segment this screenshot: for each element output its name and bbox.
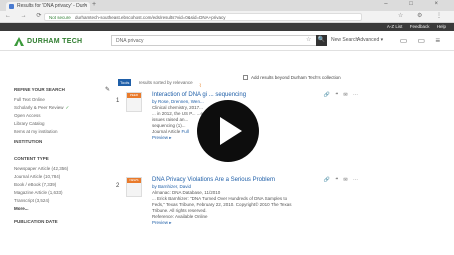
favicon-icon xyxy=(9,4,14,9)
logo-text: DURHAM TECH xyxy=(27,38,83,45)
result-title[interactable]: Interaction of DNA gi ... sequencing xyxy=(152,92,352,99)
result-action-icons[interactable]: 🔗 ❝ ✉ ⋯ xyxy=(324,92,360,98)
publication-date-heading[interactable]: PUBLICATION DATE xyxy=(14,219,110,224)
security-indicator[interactable]: Not secure xyxy=(49,15,71,20)
search-input[interactable]: DNA privacy xyxy=(111,35,321,46)
tools-button[interactable]: Tools xyxy=(118,79,132,87)
result-action-icons[interactable]: 🔗 ❝ ✉ ⋯ xyxy=(324,177,360,183)
result-number: 2 xyxy=(116,183,120,189)
sort-text[interactable]: results sorted by relevance xyxy=(139,80,193,85)
preview-link[interactable]: Preview ▸ xyxy=(152,220,352,226)
filter-newspaper[interactable]: Newspaper Article (42,356) xyxy=(14,165,110,173)
check-icon: ✓ xyxy=(65,105,70,110)
utility-bar: A-Z List Feedback Help xyxy=(0,23,454,31)
filter-library-catalog[interactable]: Library Catalog xyxy=(14,120,110,128)
full-text-link[interactable]: Full xyxy=(182,129,189,134)
filter-open-access[interactable]: Open Access xyxy=(14,112,110,120)
advanced-search-link[interactable]: Advanced ▾ xyxy=(357,37,383,43)
document-icon[interactable]: PEER xyxy=(126,92,142,112)
feedback-link[interactable]: Feedback xyxy=(410,24,430,29)
rss-icon[interactable]: ⌇ xyxy=(199,83,201,89)
play-button[interactable] xyxy=(197,100,259,162)
play-icon xyxy=(220,117,242,145)
browser-toolbar: ← → ⟳ ⌂ Not secure durhamtech-southeast.… xyxy=(0,11,454,23)
new-tab-icon[interactable]: + xyxy=(92,1,96,8)
result-title[interactable]: DNA Privacy Violations Are a Serious Pro… xyxy=(152,177,352,184)
new-search-link[interactable]: New Search xyxy=(331,37,358,43)
filter-book[interactable]: Book / eBook (7,339) xyxy=(14,181,110,189)
star-icon[interactable]: ☆ xyxy=(306,36,311,43)
url-text: durhamtech-southeast.ebscohost.com/eds/r… xyxy=(75,15,226,20)
close-icon[interactable]: × xyxy=(84,2,87,11)
help-link[interactable]: Help xyxy=(437,24,446,29)
tab-title: Results for 'DNA privacy' - Durh xyxy=(17,3,87,9)
filter-full-text[interactable]: Full Text Online xyxy=(14,96,110,104)
search-button[interactable]: 🔍 xyxy=(316,35,327,46)
expand-results-option[interactable]: Add results beyond Durham Tech's collect… xyxy=(243,75,341,81)
browser-tab-bar: Results for 'DNA privacy' - Durh × + ‒ □… xyxy=(0,0,454,11)
result-flag: PEER xyxy=(127,93,141,98)
address-bar[interactable]: Not secure durhamtech-southeast.ebscohos… xyxy=(44,13,362,21)
logo-mark-icon xyxy=(14,37,24,46)
refine-heading: REFINE YOUR SEARCH xyxy=(14,87,65,92)
filter-journal[interactable]: Journal Article (10,784) xyxy=(14,173,110,181)
header-icons[interactable]: ▭ ▭ ≡ xyxy=(400,36,444,45)
result-flag: NEWS xyxy=(127,178,141,183)
result-number: 1 xyxy=(116,98,120,104)
filter-my-institution[interactable]: Items at my institution xyxy=(14,128,110,136)
window-controls[interactable]: ‒ □ × xyxy=(384,1,448,7)
site-header: DURHAM TECH DNA privacy ☆ 🔍 New Search A… xyxy=(0,31,454,51)
logo[interactable]: DURHAM TECH xyxy=(14,37,82,46)
expand-results-label: Add results beyond Durham Tech's collect… xyxy=(251,75,341,80)
filter-scholarly[interactable]: Scholarly & Peer Review ✓ xyxy=(14,104,110,112)
az-list-link[interactable]: A-Z List xyxy=(387,24,403,29)
filter-transcript[interactable]: Transcript (3,524) xyxy=(14,197,110,205)
more-link[interactable]: More... xyxy=(14,205,110,213)
checkbox[interactable] xyxy=(243,75,248,81)
browser-tab[interactable]: Results for 'DNA privacy' - Durh × xyxy=(6,2,90,11)
refine-sidebar: REFINE YOUR SEARCH ✎ Full Text Online Sc… xyxy=(14,87,110,228)
institution-heading[interactable]: INSTITUTION xyxy=(14,139,110,144)
filter-magazine[interactable]: Magazine Article (1,633) xyxy=(14,189,110,197)
document-icon[interactable]: NEWS xyxy=(126,177,142,197)
edit-icon[interactable]: ✎ xyxy=(105,86,110,93)
content-type-heading[interactable]: CONTENT TYPE xyxy=(14,156,110,161)
extension-icons[interactable]: ☆ ⚙ ⋮ xyxy=(398,12,448,19)
